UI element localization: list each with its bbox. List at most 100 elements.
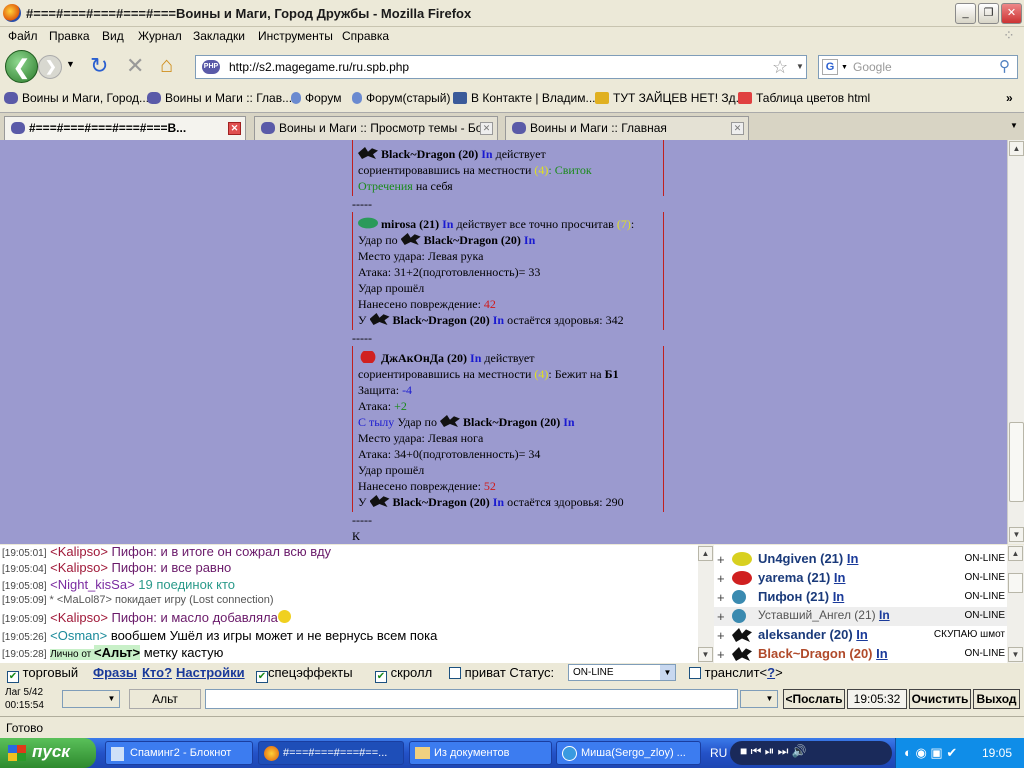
chat-scrollbar[interactable]: ▲ ▼ <box>698 545 714 663</box>
user-name[interactable]: Пифон (21) In <box>758 589 844 604</box>
clan-icon <box>732 571 752 585</box>
menu-view[interactable]: Вид <box>102 29 124 43</box>
private-option[interactable]: приват Статус: <box>449 665 554 680</box>
message-input[interactable] <box>205 689 738 709</box>
effects-option[interactable]: ✔ спецэффекты <box>256 665 353 683</box>
minimize-button[interactable]: _ <box>955 3 976 24</box>
close-tab-icon[interactable]: ✕ <box>731 122 744 135</box>
address-bar[interactable]: PHP http://s2.magegame.ru/ru.spb.php ☆ ▼ <box>195 55 807 79</box>
who-link[interactable]: Кто? <box>142 665 172 680</box>
bookmark-item[interactable]: Воины и Маги, Город... <box>4 91 149 105</box>
user-name[interactable]: Уставший_Ангел (21) In <box>758 608 890 622</box>
menu-file[interactable]: Файл <box>8 29 38 43</box>
bookmark-star-icon[interactable]: ☆ <box>772 57 788 78</box>
recipient-field[interactable]: Альт <box>129 689 201 709</box>
start-button[interactable]: пуск <box>0 738 96 768</box>
user-row[interactable]: + yarema (21) In ON-LINE <box>714 569 1007 588</box>
scroll-option[interactable]: ✔ скролл <box>375 665 432 683</box>
search-icon[interactable]: ⚲ <box>999 57 1010 75</box>
chevron-down-icon[interactable]: ▼ <box>104 691 119 707</box>
taskbar-documents[interactable]: Из документов <box>409 741 552 765</box>
chevron-down-icon[interactable]: ▼ <box>660 665 675 680</box>
private-checkbox[interactable] <box>449 667 461 679</box>
menu-tools[interactable]: Инструменты <box>258 29 333 43</box>
scroll-checkbox[interactable]: ✔ <box>375 671 387 683</box>
browser-status-bar: Готово <box>0 716 1024 738</box>
user-row[interactable]: + Уставший_Ангел (21) In ON-LINE <box>714 607 1007 626</box>
send-button[interactable]: <Послать <box>783 689 845 709</box>
tab-forum-topic[interactable]: Воины и Маги :: Просмотр темы - Бо... ✕ <box>254 116 498 140</box>
scroll-thumb[interactable] <box>1009 422 1024 502</box>
exit-button[interactable]: Выход <box>973 689 1020 709</box>
bookmarks-overflow-icon[interactable]: » <box>1006 91 1013 105</box>
close-tab-icon[interactable]: ✕ <box>480 122 493 135</box>
tray-icons[interactable]: ◐ ◉ ▣ ✔ <box>904 745 957 761</box>
scroll-up-icon[interactable]: ▲ <box>698 546 713 561</box>
trade-checkbox[interactable]: ✔ <box>7 671 19 683</box>
history-dropdown-icon[interactable]: ▼ <box>66 59 75 69</box>
bookmark-item[interactable]: Воины и Маги :: Глав... <box>147 91 292 105</box>
taskbar-chat[interactable]: Миша(Sergo_zloy) ... <box>556 741 701 765</box>
stop-icon[interactable]: ✕ <box>126 53 144 79</box>
close-button[interactable]: ✕ <box>1001 3 1022 24</box>
bookmark-item[interactable]: Форум(старый) <box>352 91 450 105</box>
tab-game[interactable]: #===#===#===#===#===В... ✕ <box>4 116 246 140</box>
dragon-icon <box>400 233 421 245</box>
menu-edit[interactable]: Правка <box>49 29 90 43</box>
tab-list-icon[interactable]: ▼ <box>1010 121 1018 130</box>
chevron-down-icon[interactable]: ▼ <box>762 691 777 707</box>
search-bar[interactable]: G ▼ Google ⚲ <box>818 55 1018 79</box>
close-tab-icon[interactable]: ✕ <box>228 122 241 135</box>
colors-favicon-icon <box>738 92 752 104</box>
taskbar-notepad[interactable]: Спаминг2 - Блокнот <box>105 741 253 765</box>
reload-icon[interactable]: ↻ <box>90 53 108 79</box>
menu-history[interactable]: Журнал <box>138 29 182 43</box>
effects-checkbox[interactable]: ✔ <box>256 671 268 683</box>
clear-button[interactable]: Очистить <box>909 689 971 709</box>
taskbar-firefox[interactable]: #===#===#===#==... <box>258 741 404 765</box>
address-input[interactable]: http://s2.magegame.ru/ru.spb.php <box>229 60 409 74</box>
bookmark-item[interactable]: Форум <box>291 91 341 105</box>
user-name[interactable]: yarema (21) In <box>758 570 845 585</box>
scroll-down-icon[interactable]: ▼ <box>1008 647 1023 662</box>
maximize-button[interactable]: ❐ <box>978 3 999 24</box>
scroll-thumb[interactable] <box>1008 573 1023 593</box>
google-engine-icon[interactable]: G <box>822 59 838 75</box>
engine-dropdown-icon[interactable]: ▼ <box>841 64 848 71</box>
channel-select[interactable]: ▼ <box>62 690 120 708</box>
user-name[interactable]: Black~Dragon (20) In <box>758 646 888 661</box>
bookmark-item[interactable]: ТУТ ЗАЙЦЕВ НЕТ! Зд... <box>595 91 746 105</box>
media-controls-icon[interactable]: ■ ⏮ ⏯ ⏭ 🔊 <box>740 744 807 759</box>
user-row[interactable]: + aleksander (20) In СКУПАЮ шмот <box>714 626 1007 645</box>
user-name[interactable]: Un4given (21) In <box>758 551 858 566</box>
language-indicator[interactable]: RU <box>710 746 727 760</box>
bookmark-item[interactable]: В Контакте | Владим... <box>453 91 596 105</box>
user-name[interactable]: aleksander (20) In <box>758 627 868 642</box>
url-dropdown-icon[interactable]: ▼ <box>796 62 804 71</box>
scroll-down-icon[interactable]: ▼ <box>698 647 713 662</box>
tab-main[interactable]: Воины и Маги :: Главная ✕ <box>505 116 749 140</box>
status-select[interactable]: ON-LINE ▼ <box>568 664 676 681</box>
settings-link[interactable]: Настройки <box>176 665 245 680</box>
scroll-up-icon[interactable]: ▲ <box>1009 141 1024 156</box>
menu-bookmarks[interactable]: Закладки <box>193 29 245 43</box>
user-row[interactable]: + Un4given (21) In ON-LINE <box>714 550 1007 569</box>
phrases-link[interactable]: Фразы <box>93 665 137 680</box>
back-button[interactable]: ❮ <box>5 50 38 83</box>
forward-button[interactable]: ❯ <box>38 55 62 79</box>
smile-select[interactable]: ▼ <box>740 690 778 708</box>
user-row[interactable]: + Black~Dragon (20) In ON-LINE <box>714 645 1007 663</box>
menu-help[interactable]: Справка <box>342 29 389 43</box>
scroll-up-icon[interactable]: ▲ <box>1008 546 1023 561</box>
translit-checkbox[interactable] <box>689 667 701 679</box>
userlist-scrollbar[interactable]: ▲ ▼ <box>1007 545 1024 663</box>
bookmark-item[interactable]: Таблица цветов html <box>738 91 870 105</box>
trade-option[interactable]: ✔ торговый <box>7 665 78 683</box>
page-scrollbar[interactable]: ▲ ▼ <box>1007 140 1024 544</box>
scroll-down-icon[interactable]: ▼ <box>1009 527 1024 542</box>
user-row[interactable]: + Пифон (21) In ON-LINE <box>714 588 1007 607</box>
translit-option[interactable]: транслит<?> <box>689 665 783 680</box>
search-input[interactable]: Google <box>853 60 892 74</box>
home-icon[interactable]: ⌂ <box>160 52 173 78</box>
notepad-icon <box>111 747 124 761</box>
